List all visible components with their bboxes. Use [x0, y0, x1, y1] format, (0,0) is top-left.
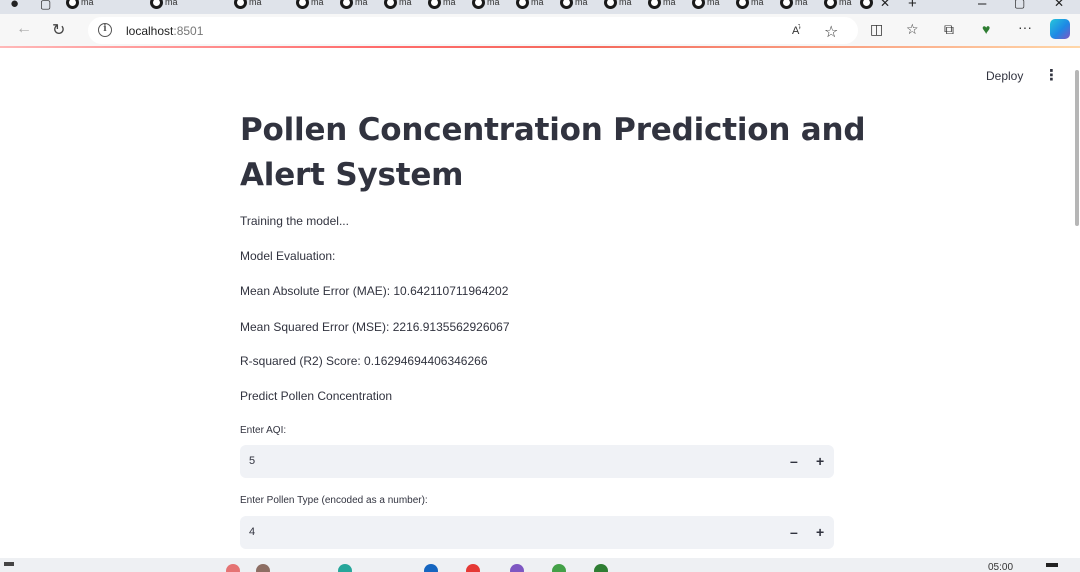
browser-tab[interactable]: ma	[150, 0, 188, 10]
pollen-type-increment-button[interactable]: +	[816, 524, 824, 540]
aqi-number-input[interactable]: 5 – +	[240, 445, 834, 478]
browser-toolbar: ← ↻ i localhost:8501 A’̀ ☆ ◫ ☆ ⧉ ♥ ···	[0, 14, 1080, 47]
split-screen-icon[interactable]: ◫	[870, 21, 883, 38]
address-bar[interactable]: i localhost:8501 A’̀ ☆	[88, 17, 858, 44]
url-text[interactable]: localhost:8501	[126, 24, 203, 38]
site-logo-icon	[516, 0, 529, 9]
mae-metric-text: Mean Absolute Error (MAE): 10.6421107119…	[240, 284, 509, 298]
new-tab-icon[interactable]: +	[908, 0, 917, 12]
taskbar-app-icon[interactable]	[256, 564, 270, 572]
close-window-icon[interactable]: ✕	[1054, 0, 1064, 10]
browser-tab[interactable]: ma	[648, 0, 686, 10]
site-logo-icon	[234, 0, 247, 9]
site-logo-icon	[860, 0, 873, 9]
aqi-input-value[interactable]: 5	[249, 455, 255, 467]
close-tab-icon[interactable]: ✕	[880, 0, 890, 10]
browser-tab-active[interactable]: ma	[824, 0, 862, 10]
tab-actions-icon[interactable]: ▢	[40, 0, 51, 11]
copilot-icon[interactable]	[1050, 19, 1070, 39]
page-title: Pollen Concentration Prediction and Aler…	[240, 112, 866, 193]
main-menu-icon[interactable]: ⋮	[1044, 66, 1059, 84]
pollen-type-number-input[interactable]: 4 – +	[240, 516, 834, 549]
browser-tab[interactable]: ma	[472, 0, 510, 10]
site-logo-icon	[340, 0, 353, 9]
predict-heading: Predict Pollen Concentration	[240, 389, 393, 403]
os-taskbar: 05:00	[0, 558, 1080, 572]
taskbar-app-icon[interactable]	[424, 564, 438, 572]
refresh-icon[interactable]: ↻	[52, 20, 65, 40]
pollen-type-input-label: Enter Pollen Type (encoded as a number):	[240, 495, 428, 506]
browser-tab[interactable]: ma	[66, 0, 104, 10]
site-logo-icon	[296, 0, 309, 9]
favorites-list-icon[interactable]: ☆	[906, 21, 919, 38]
browser-tab-active[interactable]	[860, 0, 874, 10]
aqi-increment-button[interactable]: +	[816, 453, 824, 469]
browser-tab[interactable]: ma	[692, 0, 730, 10]
taskbar-clock[interactable]: 05:00	[988, 562, 1013, 572]
star-icon[interactable]: ☆	[824, 22, 838, 42]
browser-tab[interactable]: ma	[516, 0, 554, 10]
collections-icon[interactable]: ⧉	[944, 21, 954, 38]
browser-tab[interactable]: ma	[384, 0, 422, 10]
r2-metric-text: R-squared (R2) Score: 0.1629469440634626…	[240, 354, 488, 368]
browser-tab[interactable]: ma	[780, 0, 818, 10]
site-logo-icon	[648, 0, 661, 9]
taskbar-app-icon[interactable]	[466, 564, 480, 572]
deploy-button[interactable]: Deploy	[986, 69, 1023, 83]
site-logo-icon	[736, 0, 749, 9]
site-logo-icon	[384, 0, 397, 9]
browser-tab-strip: ● ▢ ma ma ma ma ma ma ma ma ma ma ma ma …	[0, 0, 1080, 14]
site-logo-icon	[780, 0, 793, 9]
read-aloud-icon[interactable]: A’̀	[792, 25, 801, 37]
browser-tab[interactable]: ma	[428, 0, 466, 10]
taskbar-app-icon[interactable]	[594, 564, 608, 572]
browser-tab[interactable]: ma	[340, 0, 378, 10]
info-icon[interactable]: i	[98, 23, 112, 37]
show-desktop-icon[interactable]	[1046, 563, 1058, 567]
heart-pulse-icon[interactable]: ♥	[982, 21, 990, 37]
evaluation-heading: Model Evaluation:	[240, 249, 336, 263]
browser-tab[interactable]: ma	[560, 0, 598, 10]
restore-window-icon[interactable]: ▢	[1014, 0, 1025, 10]
site-logo-icon	[428, 0, 441, 9]
aqi-input-label: Enter AQI:	[240, 425, 287, 436]
minimize-window-icon[interactable]: –	[978, 0, 986, 12]
site-logo-icon	[472, 0, 485, 9]
site-logo-icon	[66, 0, 79, 9]
training-status-text: Training the model...	[240, 214, 349, 228]
site-logo-icon	[824, 0, 837, 9]
app-page: Deploy ⋮ Pollen Concentration Prediction…	[4, 48, 1079, 558]
scrollbar-thumb[interactable]	[1075, 70, 1079, 226]
site-logo-icon	[604, 0, 617, 9]
start-icon[interactable]	[4, 562, 14, 566]
profile-icon[interactable]: ●	[10, 0, 19, 12]
pollen-type-input-value[interactable]: 4	[249, 526, 255, 538]
browser-tab[interactable]: ma	[296, 0, 334, 10]
browser-tab[interactable]: ma	[234, 0, 272, 10]
taskbar-app-icon[interactable]	[226, 564, 240, 572]
more-icon[interactable]: ···	[1018, 19, 1032, 35]
site-logo-icon	[560, 0, 573, 9]
site-logo-icon	[150, 0, 163, 9]
browser-tab[interactable]: ma	[736, 0, 774, 10]
taskbar-app-icon[interactable]	[552, 564, 566, 572]
pollen-type-decrement-button[interactable]: –	[790, 524, 798, 540]
aqi-decrement-button[interactable]: –	[790, 453, 798, 469]
mse-metric-text: Mean Squared Error (MSE): 2216.913556292…	[240, 320, 510, 334]
taskbar-app-icon[interactable]	[510, 564, 524, 572]
taskbar-app-icon[interactable]	[338, 564, 352, 572]
site-logo-icon	[692, 0, 705, 9]
page-scrollbar[interactable]	[1072, 48, 1080, 558]
browser-tab[interactable]: ma	[604, 0, 642, 10]
arrow-left-icon[interactable]: ←	[16, 20, 32, 38]
